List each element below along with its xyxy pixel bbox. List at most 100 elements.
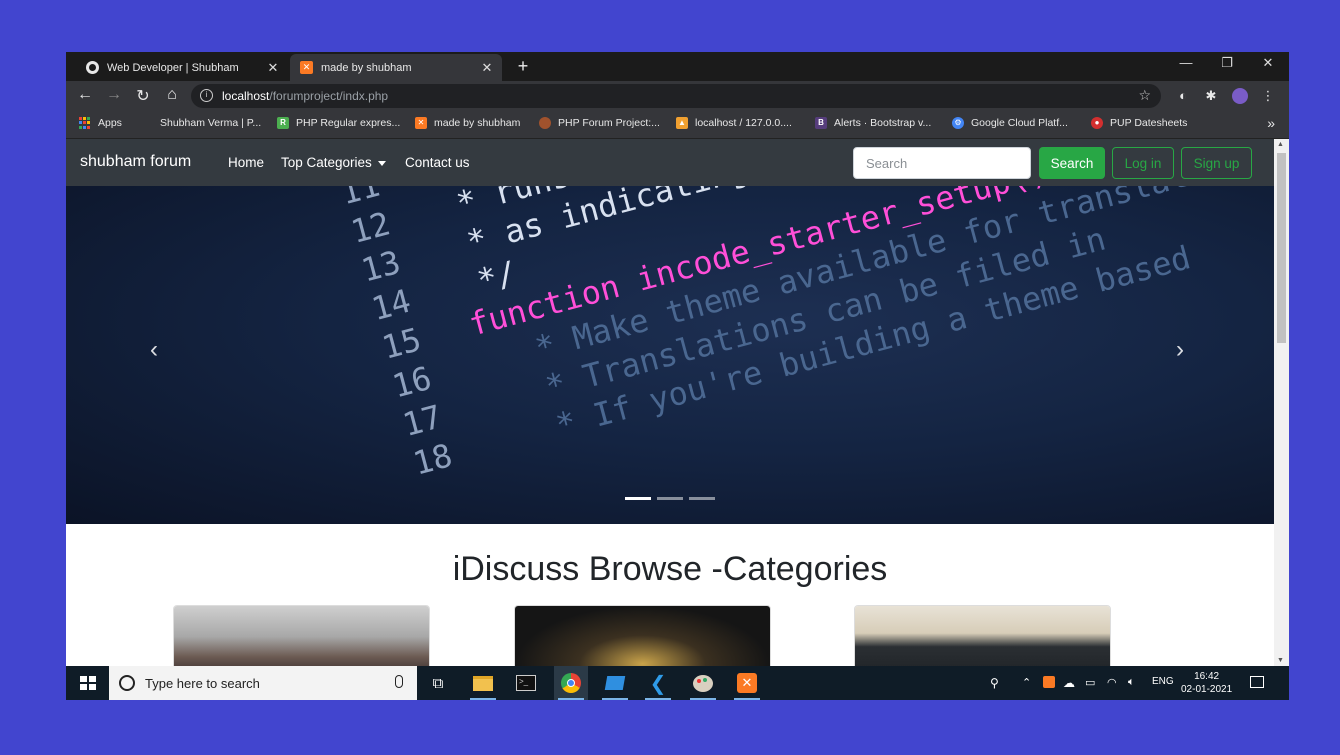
close-icon[interactable]: ✕ (266, 60, 280, 76)
tray-xampp-icon[interactable] (1043, 676, 1055, 688)
carousel-indicator[interactable] (625, 497, 651, 500)
terminal-icon[interactable]: >_ (509, 666, 543, 700)
site-navbar: shubham forum Home Top Categories Contac… (66, 139, 1274, 186)
vscode-icon[interactable]: ❮ (641, 666, 675, 700)
windows-taskbar: Type here to search ⧉ >_ ❮ ✕ ⚲ ⌃ ☁ ▭ ◠ 🔈… (66, 666, 1289, 700)
search-input[interactable] (853, 147, 1031, 179)
bookmark-php-regex[interactable]: R PHP Regular expres... (277, 117, 400, 129)
tab-web-developer[interactable]: Web Developer | Shubham ✕ (76, 54, 288, 81)
clock-date: 02-01-2021 (1181, 684, 1233, 695)
home-icon[interactable]: ⌂ (162, 86, 182, 104)
minimize-button[interactable]: — (1171, 55, 1201, 70)
microphone-icon[interactable] (395, 675, 403, 688)
address-bar[interactable]: i localhost/forumproject/indx.php ☆ (191, 84, 1161, 108)
bookmark-apps[interactable]: Apps (79, 117, 122, 129)
cortana-icon (119, 675, 135, 691)
category-card-image (174, 606, 429, 666)
bookmarks-more-icon[interactable]: » (1267, 115, 1275, 131)
bookmark-localhost[interactable]: ▲ localhost / 127.0.0.... (676, 117, 792, 129)
bookmark-google-cloud[interactable]: ⚙ Google Cloud Platf... (952, 117, 1068, 129)
category-card[interactable] (854, 605, 1111, 666)
category-card[interactable] (514, 605, 771, 666)
onedrive-icon[interactable]: ☁ (1063, 676, 1075, 690)
windows-start-icon[interactable] (80, 676, 96, 690)
url-text[interactable]: localhost/forumproject/indx.php (222, 89, 388, 103)
bootstrap-icon: B (815, 117, 827, 129)
nav-contact[interactable]: Contact us (405, 155, 470, 170)
extension-icon[interactable]: ◐ (1175, 88, 1191, 104)
carousel-prev-icon[interactable]: ‹ (150, 336, 158, 364)
xampp-icon: ✕ (415, 117, 427, 129)
battery-icon[interactable]: ▭ (1085, 676, 1095, 689)
page-viewport: shubham forum Home Top Categories Contac… (66, 139, 1274, 666)
people-icon[interactable]: ⚲ (990, 676, 999, 690)
volume-icon[interactable]: 🔈︎ (1128, 676, 1135, 689)
phpmyadmin-icon: ▲ (676, 117, 688, 129)
bookmark-alerts-bootstrap[interactable]: B Alerts · Bootstrap v... (815, 117, 931, 129)
search-button[interactable]: Search (1039, 147, 1105, 179)
pup-icon: ● (1091, 117, 1103, 129)
profile-avatar-icon[interactable] (1232, 88, 1248, 104)
info-icon[interactable]: i (200, 89, 213, 102)
tray-chevron-up-icon[interactable]: ⌃ (1022, 676, 1031, 689)
nav-top-categories[interactable]: Top Categories (281, 155, 386, 170)
back-arrow-icon[interactable]: ← (75, 86, 95, 104)
page-scrollbar[interactable]: ▲ ▼ (1274, 139, 1289, 666)
browser-window: Web Developer | Shubham ✕ ✕ made by shub… (66, 52, 1289, 700)
restore-button[interactable]: ❐ (1212, 55, 1242, 71)
chrome-icon[interactable] (554, 666, 588, 700)
xampp-taskbar-icon[interactable]: ✕ (730, 666, 764, 700)
scroll-down-icon[interactable]: ▼ (1277, 657, 1284, 664)
menu-dots-icon[interactable]: ⋮ (1260, 88, 1276, 104)
file-explorer-icon[interactable] (466, 666, 500, 700)
taskbar-clock[interactable]: 16:42 02-01-2021 (1181, 670, 1232, 696)
category-card[interactable] (173, 605, 430, 666)
bookmarks-bar: Apps Shubham Verma | P... R PHP Regular … (66, 111, 1289, 139)
carousel-indicator[interactable] (689, 497, 715, 500)
laptop-app-icon[interactable] (598, 666, 632, 700)
category-card-image (855, 606, 1110, 666)
taskbar-search-box[interactable]: Type here to search (109, 666, 417, 700)
clock-time: 16:42 (1194, 671, 1220, 682)
scroll-up-icon[interactable]: ▲ (1277, 141, 1284, 148)
hero-carousel: 10/** Sets up th11 * Note that this func… (66, 186, 1274, 524)
bookmark-made-by-shubham[interactable]: ✕ made by shubham (415, 117, 520, 129)
reload-icon[interactable]: ↻ (133, 86, 153, 106)
wifi-icon[interactable]: ◠ (1107, 676, 1117, 689)
close-icon[interactable]: ✕ (480, 60, 494, 76)
globe-icon (86, 61, 99, 74)
notification-icon[interactable] (1250, 676, 1264, 688)
new-tab-button[interactable]: + (513, 56, 533, 77)
puzzle-icon[interactable]: ✱ (1203, 88, 1219, 104)
avatar-icon (539, 117, 551, 129)
bookmark-pup-datesheets[interactable]: ● PUP Datesheets (1091, 117, 1187, 129)
scrollbar-thumb[interactable] (1277, 153, 1286, 343)
paint-icon[interactable] (686, 666, 720, 700)
bookmark-php-forum[interactable]: PHP Forum Project:... (539, 117, 660, 129)
carousel-indicators (625, 497, 715, 500)
nav-home[interactable]: Home (228, 155, 264, 170)
address-toolbar: ← → ↻ ⌂ i localhost/forumproject/indx.ph… (66, 81, 1289, 111)
signup-button[interactable]: Sign up (1181, 147, 1252, 179)
site-brand[interactable]: shubham forum (80, 153, 191, 171)
xampp-icon: ✕ (300, 61, 313, 74)
category-card-image (515, 606, 770, 666)
close-window-button[interactable]: ✕ (1253, 55, 1283, 71)
regex-icon: R (277, 117, 289, 129)
carousel-next-icon[interactable]: › (1176, 336, 1184, 364)
tab-title: Web Developer | Shubham (107, 61, 239, 74)
forward-arrow-icon[interactable]: → (104, 86, 124, 104)
browser-titlebar: Web Developer | Shubham ✕ ✕ made by shub… (66, 52, 1289, 81)
carousel-code-image: 10/** Sets up th11 * Note that this func… (326, 186, 1269, 484)
caret-down-icon (377, 160, 386, 166)
task-view-icon[interactable]: ⧉ (421, 666, 455, 700)
bookmark-star-icon[interactable]: ☆ (1138, 87, 1151, 104)
carousel-indicator[interactable] (657, 497, 683, 500)
language-indicator[interactable]: ENG (1152, 676, 1174, 687)
section-title: iDiscuss Browse -Categories (452, 550, 888, 588)
login-button[interactable]: Log in (1112, 147, 1174, 179)
gcloud-icon: ⚙ (952, 117, 964, 129)
tab-made-by-shubham[interactable]: ✕ made by shubham ✕ (290, 54, 502, 81)
apps-grid-icon (79, 117, 91, 129)
bookmark-shubham-verma[interactable]: Shubham Verma | P... (160, 117, 261, 129)
